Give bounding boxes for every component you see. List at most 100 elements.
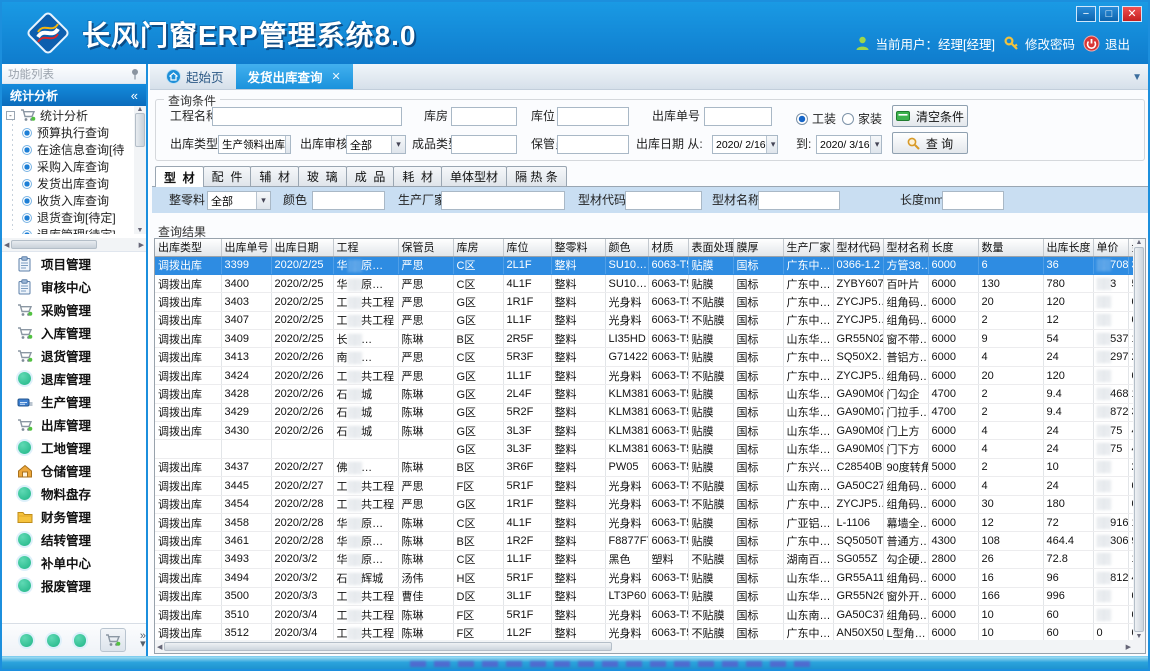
sidebar-item-补单中心[interactable]: 补单中心 (2, 551, 146, 574)
tab-list-dropdown-icon[interactable]: ▼ (1132, 72, 1142, 83)
radio-work-install[interactable]: 工装 (796, 110, 836, 127)
tab-close-icon[interactable]: ✕ (332, 70, 341, 83)
column-header-整零料[interactable]: 整零料 (551, 239, 605, 256)
tree-collapse-icon[interactable]: - (6, 111, 15, 120)
column-header-工程[interactable]: 工程 (333, 239, 398, 256)
table-row[interactable]: G区3L3F整料KLM38176063-T5贴膜国标山东华…GA90M09.门下… (155, 440, 1133, 458)
more-buttons-chevron[interactable]: »▾ (140, 632, 146, 648)
table-row[interactable]: 调拨出库34942020/3/2石▒▒辉城汤伟H区5R1F整料光身料6063-T… (155, 569, 1133, 587)
table-row[interactable]: 调拨出库35122020/3/4工▒▒共工程陈琳F区1L2F整料光身料6063-… (155, 624, 1133, 640)
close-button[interactable]: ✕ (1122, 6, 1142, 22)
module-dot-button[interactable] (20, 634, 33, 647)
sidebar-item-入库管理[interactable]: 入库管理 (2, 321, 146, 344)
table-row[interactable]: 调拨出库33992020/2/25华▒▒原…严思C区2L1F整料SU10…606… (155, 256, 1133, 274)
audit-select[interactable]: 全部 (346, 135, 406, 154)
tree-horizontal-scrollbar[interactable]: ◀▶ (2, 238, 146, 251)
tree-root-statistics[interactable]: - 统计分析 (2, 106, 134, 124)
table-row[interactable]: 调拨出库34372020/2/27佛▒▒…陈琳B区3R6F整料PW056063-… (155, 458, 1133, 476)
sidebar-item-生产管理[interactable]: 生产管理 (2, 390, 146, 413)
sidebar-item-报废管理[interactable]: 报废管理 (2, 574, 146, 597)
table-row[interactable]: 调拨出库35002020/3/3工▒▒共工程曹佳D区3L1F整料LT3P6060… (155, 587, 1133, 605)
table-row[interactable]: 调拨出库34132020/2/26南▒▒…严思C区5R3F整料G71422606… (155, 348, 1133, 366)
column-header-保管员[interactable]: 保管员 (398, 239, 453, 256)
table-row[interactable]: 调拨出库34302020/2/26石▒▒城陈琳G区3L3F整料KLM381760… (155, 422, 1133, 440)
table-row[interactable]: 调拨出库34582020/2/28华▒▒原…陈琳C区4L1F整料光身料6063-… (155, 513, 1133, 531)
sidebar-item-审核中心[interactable]: 审核中心 (2, 275, 146, 298)
table-row[interactable]: 调拨出库34072020/2/25工▒▒共工程严思G区1L1F整料光身料6063… (155, 311, 1133, 329)
column-header-出库日期[interactable]: 出库日期 (271, 239, 333, 256)
column-header-库房[interactable]: 库房 (453, 239, 503, 256)
tree-item-6[interactable]: 退货查询[待定] (2, 209, 134, 226)
material-tab-1[interactable]: 型 材 (155, 166, 204, 187)
table-row[interactable]: 调拨出库34542020/2/28工▒▒共工程严思G区1R1F整料光身料6063… (155, 495, 1133, 513)
module-dot-button[interactable] (74, 634, 87, 647)
product-type-input[interactable] (451, 135, 517, 154)
out-type-select[interactable]: 生产领料出库 (218, 135, 291, 154)
column-header-材质[interactable]: 材质 (648, 239, 688, 256)
column-header-数量[interactable]: 数量 (978, 239, 1043, 256)
profile-name-input[interactable] (758, 191, 840, 210)
logout-button[interactable]: 退出 (1083, 34, 1130, 53)
change-password-button[interactable]: 修改密码 (1003, 34, 1075, 53)
length-input[interactable] (942, 191, 1004, 210)
column-header-长度[interactable]: 长度 (928, 239, 978, 256)
sidebar-item-出库管理[interactable]: 出库管理 (2, 413, 146, 436)
sidebar-item-工地管理[interactable]: 工地管理 (2, 436, 146, 459)
sidebar-item-仓储管理[interactable]: 仓储管理 (2, 459, 146, 482)
table-row[interactable]: 调拨出库34282020/2/26石▒▒城陈琳G区2L4F整料KLM381760… (155, 385, 1133, 403)
column-header-颜色[interactable]: 颜色 (605, 239, 648, 256)
table-row[interactable]: 调拨出库34612020/2/28华▒▒原…陈琳B区1R2F整料F8877FT6… (155, 532, 1133, 550)
column-header-出库类型[interactable]: 出库类型 (155, 239, 221, 256)
sidebar-item-结转管理[interactable]: 结转管理 (2, 528, 146, 551)
column-header-型材名称[interactable]: 型材名称 (883, 239, 928, 256)
sidebar-item-退货管理[interactable]: 退货管理 (2, 344, 146, 367)
column-header-表面处理[interactable]: 表面处理 (688, 239, 733, 256)
tree-item-1[interactable]: 预算执行查询 (2, 124, 134, 141)
column-header-出库长度[interactable]: 出库长度 (1043, 239, 1093, 256)
whole-part-select[interactable]: 全部 (207, 191, 271, 210)
clear-conditions-button[interactable]: 清空条件 (892, 105, 968, 127)
column-header-膜厚[interactable]: 膜厚 (733, 239, 783, 256)
tree-item-5[interactable]: 收货入库查询 (2, 192, 134, 209)
table-row[interactable]: 调拨出库35102020/3/4工▒▒共工程陈琳F区5R1F整料光身料6063-… (155, 605, 1133, 623)
column-header-型材代码[interactable]: 型材代码 (833, 239, 883, 256)
column-header-单价[interactable]: 单价 (1093, 239, 1128, 256)
grid-horizontal-scrollbar[interactable]: ◀▶ (155, 640, 1133, 653)
profile-code-input[interactable] (625, 191, 702, 210)
radio-home-install[interactable]: 家装 (842, 110, 882, 127)
module-dot-button[interactable] (47, 634, 60, 647)
table-row[interactable]: 调拨出库34242020/2/26工▒▒共工程严思G区1L1F整料光身料6063… (155, 366, 1133, 384)
material-tab-5[interactable]: 成 品 (346, 166, 395, 186)
keeper-input[interactable] (557, 135, 629, 154)
tree-vertical-scrollbar[interactable]: ▲▼ (134, 106, 146, 234)
manufacturer-input[interactable] (441, 191, 565, 210)
table-row[interactable]: 调拨出库34032020/2/25工▒▒共工程严思G区1R1F整料光身料6063… (155, 293, 1133, 311)
column-header-生产厂家[interactable]: 生产厂家 (783, 239, 833, 256)
table-row[interactable]: 调拨出库34292020/2/26石▒▒城陈琳G区5R2F整料KLM381760… (155, 403, 1133, 421)
tree-item-7[interactable]: 退库管理[待定] (2, 226, 134, 234)
tab-home[interactable]: 起始页 (154, 64, 236, 89)
tree-item-4[interactable]: 发货出库查询 (2, 175, 134, 192)
column-header-出库单号[interactable]: 出库单号 (221, 239, 271, 256)
sidebar-item-采购管理[interactable]: 采购管理 (2, 298, 146, 321)
location-input[interactable] (557, 107, 629, 126)
maximize-button[interactable]: □ (1099, 6, 1119, 22)
material-tab-2[interactable]: 配 件 (203, 166, 252, 186)
order-no-input[interactable] (704, 107, 772, 126)
sidebar-item-物料盘存[interactable]: 物料盘存 (2, 482, 146, 505)
statistics-module-button[interactable] (100, 628, 126, 652)
material-tab-6[interactable]: 耗 材 (393, 166, 442, 186)
sidebar-item-退库管理[interactable]: 退库管理 (2, 367, 146, 390)
column-header-库位[interactable]: 库位 (503, 239, 551, 256)
table-row[interactable]: 调拨出库34092020/2/25长▒▒…陈琳B区2R5F整料LI35HD606… (155, 330, 1133, 348)
tree-item-3[interactable]: 采购入库查询 (2, 158, 134, 175)
warehouse-input[interactable] (451, 107, 517, 126)
sidebar-item-项目管理[interactable]: 项目管理 (2, 252, 146, 275)
date-from-select[interactable]: 2020/ 2/16 (712, 135, 778, 154)
material-tab-8[interactable]: 隔 热 条 (506, 166, 567, 186)
table-row[interactable]: 调拨出库34452020/2/27工▒▒共工程严思F区5R1F整料光身料6063… (155, 477, 1133, 495)
material-tab-3[interactable]: 辅 材 (250, 166, 299, 186)
sidebar-item-财务管理[interactable]: 财务管理 (2, 505, 146, 528)
date-to-select[interactable]: 2020/ 3/16 (816, 135, 882, 154)
section-header-statistics[interactable]: 统计分析 (2, 84, 146, 106)
